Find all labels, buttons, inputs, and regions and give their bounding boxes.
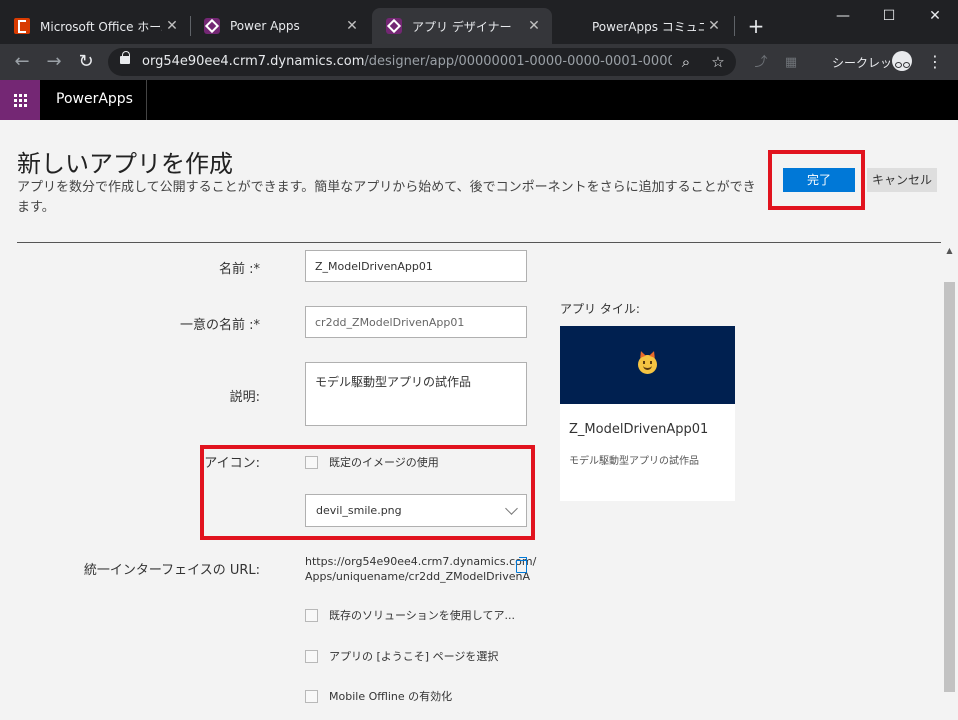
welcome-page-label: アプリの [ようこそ] ページを選択	[329, 650, 499, 663]
cancel-button[interactable]: キャンセル	[867, 168, 937, 192]
icon-select-value: devil_smile.png	[316, 504, 402, 517]
use-solution-checkbox[interactable]	[305, 608, 318, 622]
tab-divider	[734, 16, 735, 36]
microsoft-icon	[566, 18, 582, 34]
page-description: アプリを数分で作成して公開することができます。簡単なアプリから始めて、後でコンポ…	[17, 180, 756, 215]
icon-label: アイコン:	[204, 456, 260, 471]
bookmark-star-icon[interactable]: ☆	[708, 52, 728, 72]
minimize-icon[interactable]: —	[820, 4, 866, 28]
mobile-offline-row[interactable]: Mobile Offline の有効化	[305, 688, 452, 704]
unified-interface-url: https://org54e90ee4.crm7.dynamics.com/ A…	[305, 554, 537, 584]
scrollbar-thumb[interactable]	[944, 282, 955, 692]
close-icon[interactable]: ✕	[704, 18, 724, 34]
tab-power-apps[interactable]: Power Apps ✕	[190, 8, 370, 44]
tab-office-home[interactable]: Microsoft Office ホーム ✕	[0, 8, 190, 44]
tab-title: アプリ デザイナー	[412, 19, 512, 34]
incognito-icon[interactable]	[892, 51, 912, 71]
copy-icon[interactable]	[516, 557, 527, 573]
app-tile-preview: Z_ModelDrivenApp01 モデル駆動型アプリの試作品	[560, 326, 735, 501]
reload-icon[interactable]: ↻	[74, 50, 98, 74]
done-button[interactable]: 完了	[783, 168, 855, 192]
devil-smile-icon	[638, 355, 657, 374]
unique-name-label: 一意の名前 :*	[179, 318, 260, 333]
chevron-down-icon	[505, 502, 518, 515]
close-icon[interactable]: ✕	[162, 18, 182, 34]
lock-icon	[120, 51, 130, 64]
tab-title: Microsoft Office ホーム	[40, 19, 162, 34]
header-divider	[146, 80, 147, 120]
tab-title: Power Apps	[230, 19, 300, 33]
create-app-panel: 新しいアプリを作成 アプリを数分で作成して公開することができます。簡単なアプリか…	[0, 120, 958, 720]
zoom-icon[interactable]: ⌕	[676, 52, 696, 72]
url-text[interactable]: org54e90ee4.crm7.dynamics.com/designer/a…	[142, 54, 672, 69]
app-header: PowerApps	[0, 80, 958, 120]
tile-app-name: Z_ModelDrivenApp01	[569, 422, 709, 437]
address-bar[interactable]: org54e90ee4.crm7.dynamics.com/designer/a…	[108, 48, 736, 76]
app-name[interactable]: PowerApps	[56, 91, 133, 107]
tile-banner	[560, 326, 735, 404]
more-menu-icon[interactable]: ⋮	[926, 52, 944, 72]
mobile-offline-label: Mobile Offline の有効化	[329, 690, 453, 703]
use-solution-row[interactable]: 既存のソリューションを使用してア...	[305, 607, 515, 623]
forward-icon[interactable]: →	[42, 50, 66, 74]
powerapps-icon	[204, 18, 220, 34]
name-field[interactable]: Z_ModelDrivenApp01	[305, 250, 527, 282]
scroll-up-icon[interactable]: ▲	[944, 246, 955, 258]
unique-name-field[interactable]: cr2dd_ZModelDrivenApp01	[305, 306, 527, 338]
default-image-label: 既定のイメージの使用	[329, 456, 439, 469]
page-title: 新しいアプリを作成	[17, 150, 233, 178]
url-line: Apps/uniquename/cr2dd_ZModelDrivenA	[305, 570, 530, 583]
extension-icon[interactable]: ⤴	[752, 54, 770, 72]
name-label: 名前 :*	[218, 262, 260, 277]
app-tile-label: アプリ タイル:	[560, 302, 640, 316]
description-field[interactable]: モデル駆動型アプリの試作品	[305, 362, 527, 426]
url-line: https://org54e90ee4.crm7.dynamics.com/	[305, 555, 537, 568]
description-label: 説明:	[229, 390, 260, 405]
window-close-icon[interactable]: ✕	[912, 4, 958, 28]
close-icon[interactable]: ✕	[342, 18, 362, 34]
tab-title: PowerApps コミュニティ	[592, 19, 704, 34]
default-image-checkbox-row[interactable]: 既定のイメージの使用	[305, 454, 439, 470]
extension-icon[interactable]: ▦	[782, 54, 800, 72]
tab-app-designer[interactable]: アプリ デザイナー ✕	[372, 8, 552, 44]
app-launcher-icon[interactable]	[0, 80, 40, 120]
welcome-page-row[interactable]: アプリの [ようこそ] ページを選択	[305, 648, 498, 664]
back-icon[interactable]: ←	[10, 50, 34, 74]
tile-description: モデル駆動型アプリの試作品	[569, 456, 699, 467]
default-image-checkbox[interactable]	[305, 455, 318, 469]
browser-toolbar: ← → ↻ org54e90ee4.crm7.dynamics.com/desi…	[0, 44, 958, 80]
powerapps-icon	[386, 18, 402, 34]
new-tab-icon[interactable]: +	[744, 14, 768, 38]
close-icon[interactable]: ✕	[524, 18, 544, 34]
maximize-icon[interactable]: ☐	[866, 4, 912, 28]
welcome-page-checkbox[interactable]	[305, 649, 318, 663]
icon-select[interactable]: devil_smile.png	[305, 494, 527, 527]
url-label: 統一インターフェイスの URL:	[83, 563, 260, 578]
use-solution-label: 既存のソリューションを使用してア...	[329, 609, 515, 622]
office-icon	[14, 18, 30, 34]
header-divider	[17, 242, 941, 243]
tab-powerapps-community[interactable]: PowerApps コミュニティ ✕	[552, 8, 732, 44]
browser-tab-bar: Microsoft Office ホーム ✕ Power Apps ✕ アプリ …	[0, 0, 958, 44]
mobile-offline-checkbox[interactable]	[305, 689, 318, 703]
